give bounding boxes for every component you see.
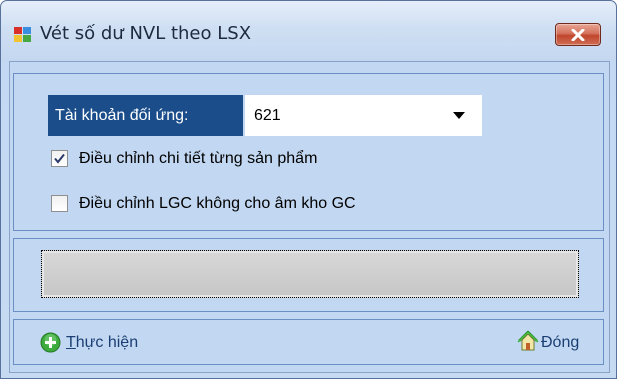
button-panel: Thực hiện Đóng [13,319,604,365]
window-title: Vét số dư NVL theo LSX [40,23,252,44]
close-x-icon [571,29,585,41]
close-window-button[interactable] [555,23,601,46]
account-combobox[interactable]: 621 [245,95,482,136]
progress-bar [41,250,579,298]
run-button-label: Thực hiện [66,334,139,351]
checkbox-detail-box[interactable] [51,150,68,167]
chevron-down-icon[interactable] [453,112,465,119]
checkbox-detail-label: Điều chỉnh chi tiết từng sản phẩm [79,150,318,167]
green-plus-circle-icon [40,332,61,353]
dialog-window: Vét số dư NVL theo LSX Tài khoản đối ứng… [0,0,617,379]
home-icon [517,330,539,351]
dialog-client-area: Tài khoản đối ứng: 621 Điều chỉnh chi ti… [9,61,610,373]
checkmark-icon [54,153,65,164]
checkbox-lgc-box[interactable] [51,195,68,212]
window-app-icon[interactable] [14,27,32,43]
account-value: 621 [254,107,281,124]
checkbox-lgc-label: Điều chỉnh LGC không cho âm kho GC [79,195,356,212]
title-bar[interactable]: Vét số dư NVL theo LSX [1,1,616,61]
account-label: Tài khoản đối ứng: [48,95,243,136]
progress-panel [13,238,604,312]
options-panel: Tài khoản đối ứng: 621 Điều chỉnh chi ti… [13,73,604,231]
close-button-label: Đóng [541,334,580,351]
